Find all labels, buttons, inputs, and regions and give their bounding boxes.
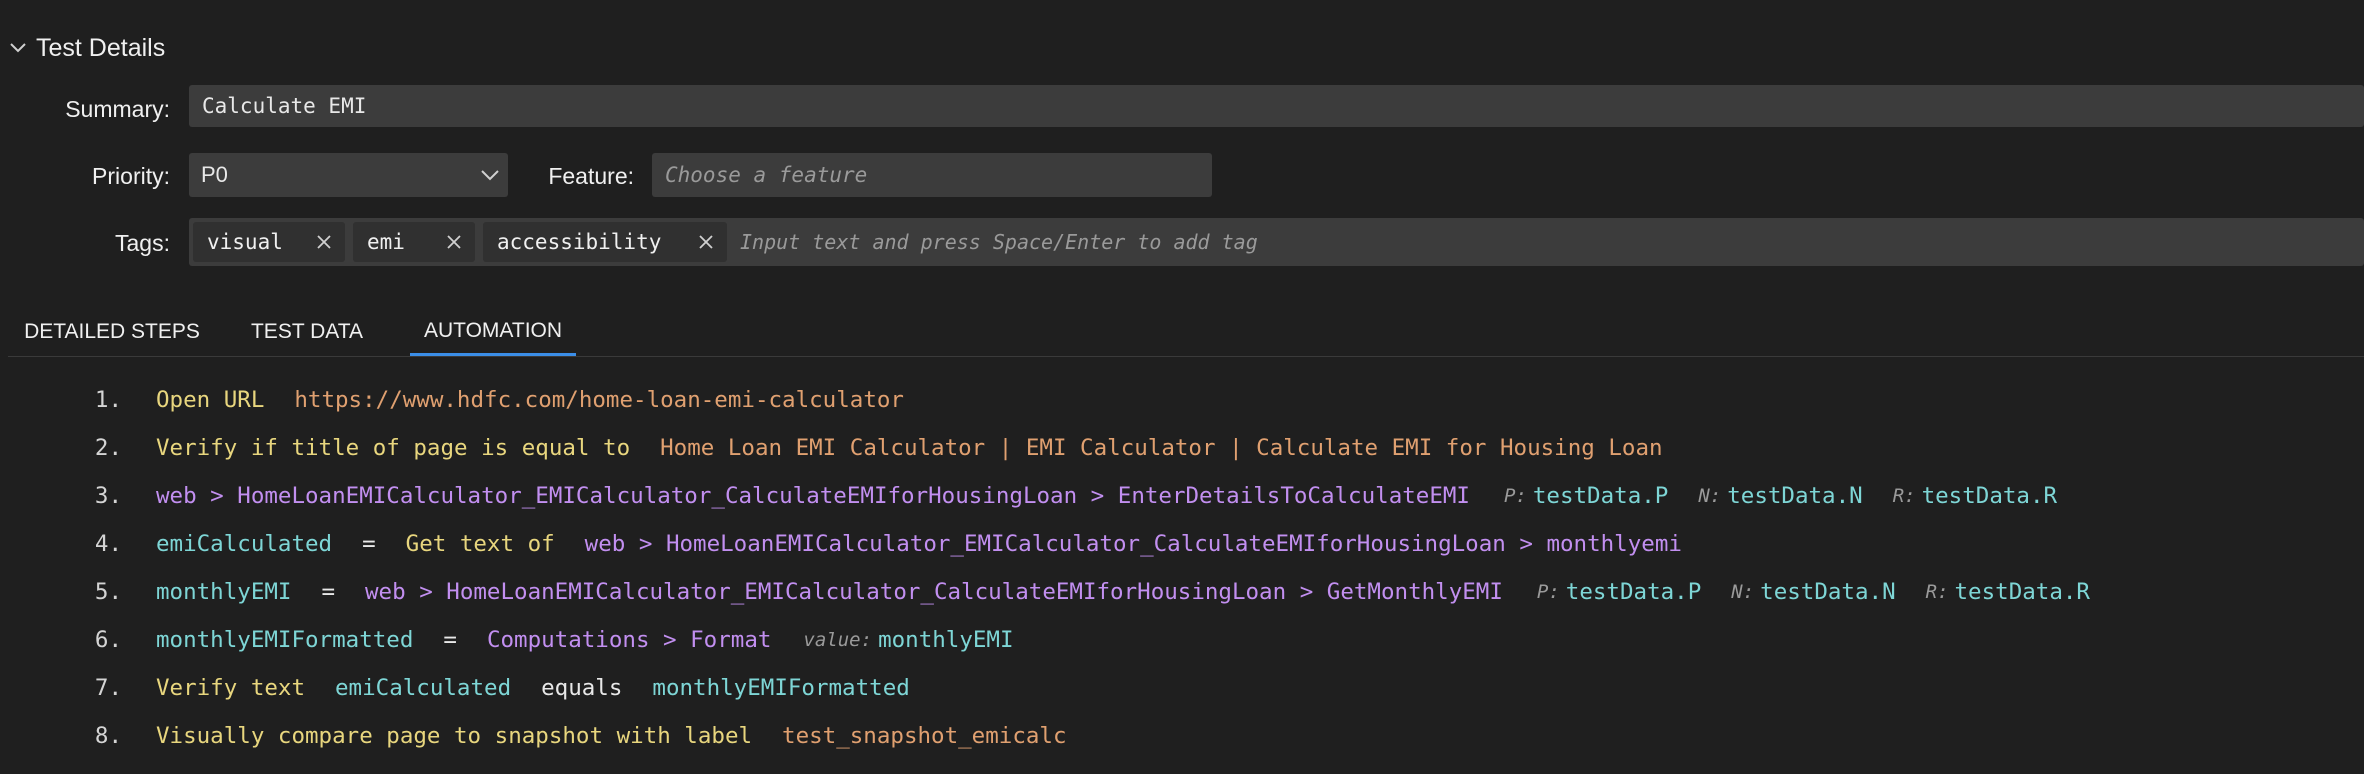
step-element: Computations > Format [486,627,772,653]
param-label: value: [803,629,873,651]
step-action: Verify text [156,675,306,701]
tab-test-data[interactable]: TEST DATA [240,308,374,356]
step-element: web > HomeLoanEMICalculator_EMICalculato… [156,483,1470,509]
feature-field[interactable] [652,153,1212,197]
param-value: testData.P [1532,483,1669,509]
step-operator: = [443,627,457,653]
step-action: Open URL [156,387,265,413]
tags-field[interactable]: visual emi accessibility [189,218,2364,266]
step-value: Home Loan EMI Calculator | EMI Calculato… [660,435,1663,461]
param-value: testData.N [1727,483,1863,509]
step-action: Get text of [405,531,555,557]
summary-field[interactable] [189,85,2364,127]
chevron-down-icon[interactable] [0,26,36,70]
tag-label: emi [367,230,405,254]
step-number: 3. [94,483,122,509]
summary-input[interactable] [189,94,2364,118]
step-number: 7. [94,675,122,701]
close-icon[interactable] [311,229,337,255]
tag-input[interactable] [727,230,2364,254]
step-value: test_snapshot_emicalc [782,723,1067,749]
step-variable: monthlyEMI [156,579,292,605]
tag-chip: accessibility [483,222,727,262]
param-label: R: [1892,485,1916,507]
tag-chip: visual [193,222,345,262]
step-action: Verify if title of page is equal to [156,435,631,461]
tags-label: Tags: [115,230,170,256]
param-value: testData.R [1921,483,2058,509]
tabs-divider [8,356,2364,357]
section-title: Test Details [36,33,166,62]
tag-label: accessibility [497,230,662,254]
test-details-header[interactable]: Test Details [0,26,165,70]
step-variable: monthlyEMIFormatted [652,675,910,701]
step-operator: = [362,531,376,557]
priority-label: Priority: [92,163,170,189]
step-variable: emiCalculated [156,531,333,557]
param-value: testData.N [1760,579,1896,605]
param-label: P: [1536,581,1560,603]
step-variable: monthlyEMIFormatted [156,627,414,653]
param-value: testData.P [1565,579,1702,605]
param-label: N: [1731,581,1755,603]
tab-detailed-steps[interactable]: DETAILED STEPS [18,308,206,356]
param-value: testData.R [1954,579,2090,605]
step-element: web > HomeLoanEMICalculator_EMICalculato… [584,531,1682,557]
step-operator: = [321,579,336,605]
step-number: 1. [94,387,122,413]
param-label: N: [1698,485,1722,507]
param-label: P: [1503,485,1527,507]
step-number: 5. [94,579,122,605]
step-number: 2. [94,435,122,461]
step-number: 6. [94,627,122,653]
step-number: 4. [94,531,122,557]
tag-label: visual [207,230,283,254]
close-icon[interactable] [693,229,719,255]
step-element: web > HomeLoanEMICalculator_EMICalculato… [365,579,1503,605]
tag-chip: emi [353,222,475,262]
priority-select[interactable]: P0 [189,153,508,197]
chevron-down-icon [472,169,508,181]
priority-value: P0 [201,162,228,187]
step-action: Visually compare page to snapshot with l… [156,723,753,749]
step-url: https://www.hdfc.com/home-loan-emi-calcu… [294,387,904,413]
feature-input[interactable] [652,163,1212,187]
tab-automation[interactable]: AUTOMATION [410,308,576,356]
step-operator: equals [541,675,623,701]
param-label: R: [1925,581,1949,603]
feature-label: Feature: [548,163,634,189]
summary-label: Summary: [65,96,170,122]
close-icon[interactable] [441,229,467,255]
param-value: monthlyEMI [878,627,1014,653]
step-number: 8. [94,723,122,749]
step-variable: emiCalculated [335,675,512,701]
tab-bar: DETAILED STEPS TEST DATA AUTOMATION [0,308,2364,356]
